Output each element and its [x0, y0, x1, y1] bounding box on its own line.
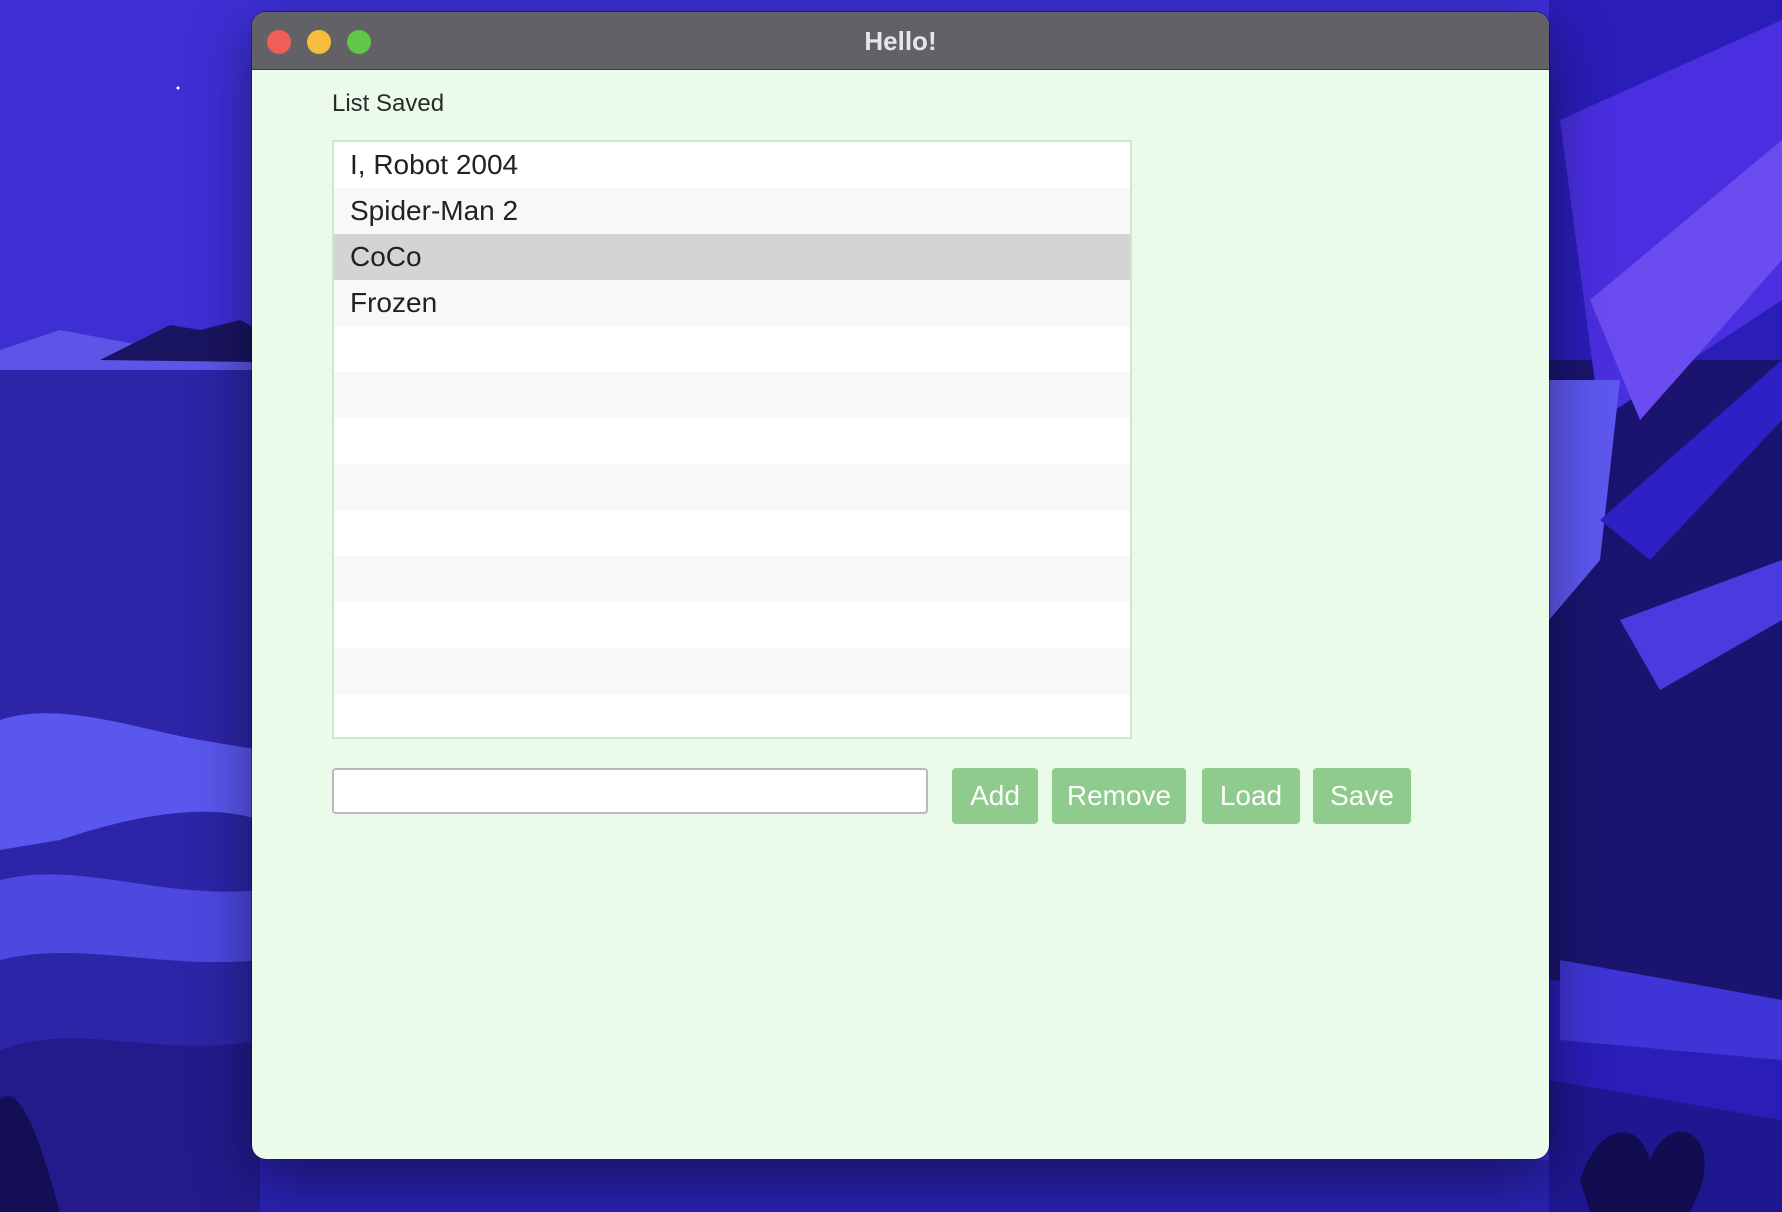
list-item-selected[interactable]: CoCo	[334, 234, 1130, 280]
list-item-empty[interactable]	[334, 510, 1130, 556]
list-item-empty[interactable]	[334, 694, 1130, 737]
list-item-label: CoCo	[350, 241, 422, 272]
list-item-empty[interactable]	[334, 418, 1130, 464]
status-label: List Saved	[332, 90, 445, 117]
list-item[interactable]: Spider-Man 2	[334, 188, 1130, 234]
list-item-empty[interactable]	[334, 326, 1130, 372]
movie-title-input[interactable]	[332, 768, 928, 814]
list-item-empty[interactable]	[334, 372, 1130, 418]
add-button[interactable]: Add	[952, 768, 1038, 824]
list-item-label: Spider-Man 2	[350, 195, 519, 226]
window-title: Hello!	[864, 26, 937, 56]
list-item-label: Frozen	[350, 287, 438, 318]
list-item-empty[interactable]	[334, 464, 1130, 510]
list-item-empty[interactable]	[334, 648, 1130, 694]
list-item[interactable]: Frozen	[334, 280, 1130, 326]
app-window: Hello! List Saved I, Robot 2004 Spider-M…	[252, 12, 1549, 1159]
remove-button[interactable]: Remove	[1052, 768, 1186, 824]
list-item[interactable]: I, Robot 2004	[334, 142, 1130, 188]
desktop: Hello! List Saved I, Robot 2004 Spider-M…	[0, 0, 1782, 1212]
list-item-empty[interactable]	[334, 556, 1130, 602]
window-content: List Saved I, Robot 2004 Spider-Man 2 Co…	[252, 70, 1549, 1159]
load-button[interactable]: Load	[1202, 768, 1300, 824]
title-bar: Hello!	[252, 12, 1549, 70]
save-button[interactable]: Save	[1313, 768, 1411, 824]
list-item-label: I, Robot 2004	[350, 149, 519, 180]
list-item-empty[interactable]	[334, 602, 1130, 648]
movie-list[interactable]: I, Robot 2004 Spider-Man 2 CoCo Frozen	[332, 140, 1132, 739]
